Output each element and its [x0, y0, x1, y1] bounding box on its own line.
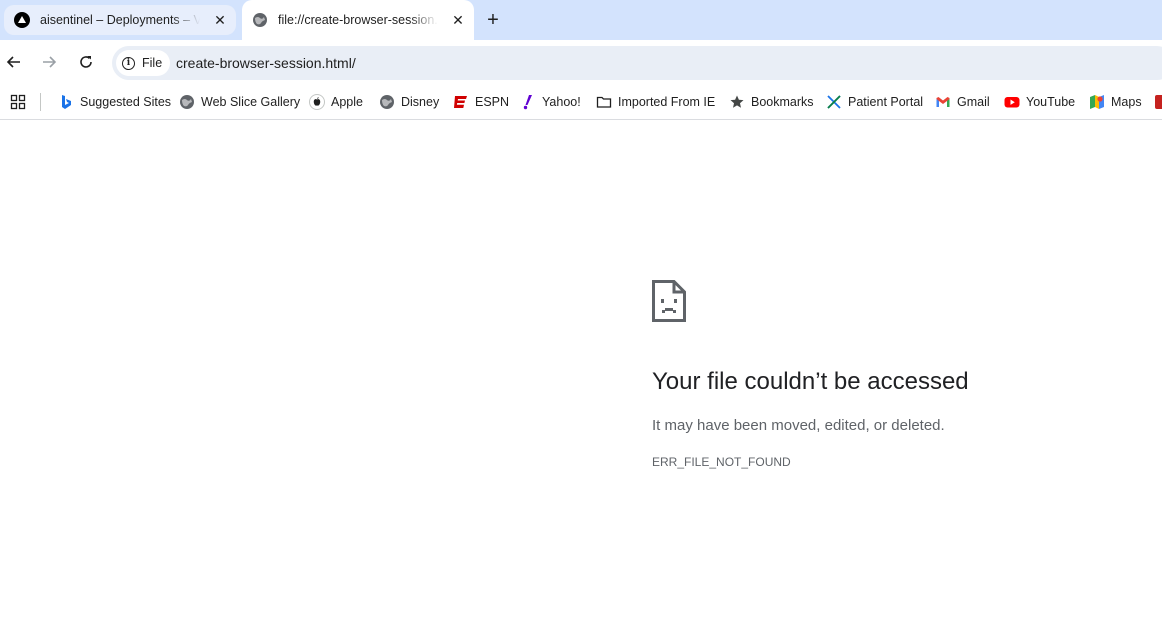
bookmark-label: ESPN: [475, 95, 510, 109]
globe-icon: [379, 94, 395, 110]
bookmark-label: Bookmarks: [751, 95, 814, 109]
site-info-label: File: [142, 56, 163, 70]
x-icon: [826, 94, 842, 110]
bookmark-label: Suggested Sites: [80, 95, 172, 109]
error-title: Your file couldn’t be accessed: [652, 368, 969, 395]
bookmark-label: Patient Portal: [848, 95, 924, 109]
arrow-right-icon: [43, 56, 57, 68]
bookmark-label: Apple: [331, 95, 363, 109]
info-icon: i: [122, 56, 135, 70]
bookmark-maps[interactable]: Maps: [1089, 90, 1142, 114]
maps-icon: [1089, 94, 1105, 110]
yahoo-icon: [520, 94, 536, 110]
bookmark-suggested-sites[interactable]: Suggested Sites: [58, 90, 171, 114]
vercel-icon: [14, 12, 30, 28]
bookmark-imported-from-ie[interactable]: Imported From IE: [596, 90, 715, 114]
star-icon: [729, 94, 745, 110]
bookmarks-bar: Suggested Sites Web Slice Gallery Apple …: [0, 84, 1162, 120]
globe-icon: [179, 94, 195, 110]
bookmark-youtube[interactable]: YouTube: [1004, 90, 1075, 114]
bookmark-label: YouTube: [1026, 95, 1076, 109]
bookmark-favicon-icon: [1155, 94, 1162, 110]
bookmark-label: Gmail: [957, 95, 990, 109]
bing-icon: [58, 94, 74, 110]
error-content: Your file couldn’t be accessed It may ha…: [652, 280, 969, 469]
forward-button[interactable]: [37, 50, 61, 74]
bookmark-gmail[interactable]: Gmail: [935, 90, 990, 114]
back-button[interactable]: [2, 50, 26, 74]
reload-button[interactable]: [74, 50, 98, 74]
espn-icon: [453, 94, 469, 110]
tab-vercel-deployments[interactable]: aisentinel – Deployments – Vercel ✕: [4, 5, 236, 35]
bookmark-web-slice-gallery[interactable]: Web Slice Gallery: [179, 90, 300, 114]
bookmarks-separator: [40, 93, 41, 111]
bookmark-label: Yahoo!: [542, 95, 581, 109]
error-code: ERR_FILE_NOT_FOUND: [652, 455, 791, 469]
apps-button[interactable]: [10, 90, 32, 114]
tab-create-browser-session[interactable]: file://create-browser-session.html/ ✕: [242, 0, 474, 40]
globe-icon: [252, 12, 268, 28]
bookmark-espn[interactable]: ESPN: [453, 90, 509, 114]
bookmark-disney[interactable]: Disney: [379, 90, 439, 114]
reload-icon: [80, 56, 92, 68]
bookmark-label: Disney: [401, 95, 440, 109]
apple-icon: [309, 94, 325, 110]
close-icon[interactable]: ✕: [450, 12, 466, 28]
gmail-icon: [935, 94, 951, 110]
bookmark-bookmarks[interactable]: Bookmarks: [729, 90, 814, 114]
url-text[interactable]: create-browser-session.html/: [176, 46, 356, 80]
site-info-chip[interactable]: i File: [116, 50, 171, 76]
apps-grid-icon: [10, 94, 26, 110]
close-icon[interactable]: ✕: [212, 12, 228, 28]
tab-title: aisentinel – Deployments – Vercel: [40, 13, 200, 27]
tab-title: file://create-browser-session.html/: [278, 13, 438, 27]
bookmark-patient-portal[interactable]: Patient Portal: [826, 90, 923, 114]
toolbar: i File create-browser-session.html/: [0, 40, 1162, 84]
address-bar[interactable]: i File create-browser-session.html/: [112, 46, 1162, 80]
youtube-icon: [1004, 94, 1020, 110]
bookmark-label: Imported From IE: [618, 95, 716, 109]
error-description: It may have been moved, edited, or delet…: [652, 417, 945, 434]
bookmark-label: Maps: [1111, 95, 1142, 109]
bookmark-apple[interactable]: Apple: [309, 90, 363, 114]
bookmark-overflow-partial[interactable]: [1155, 90, 1162, 114]
sad-file-icon: [652, 280, 686, 322]
new-tab-button[interactable]: +: [482, 9, 504, 31]
arrow-left-icon: [6, 56, 20, 68]
tab-strip: aisentinel – Deployments – Vercel ✕ file…: [0, 0, 1162, 40]
bookmark-yahoo[interactable]: Yahoo!: [520, 90, 581, 114]
bookmark-label: Web Slice Gallery: [201, 95, 301, 109]
folder-icon: [596, 94, 612, 110]
